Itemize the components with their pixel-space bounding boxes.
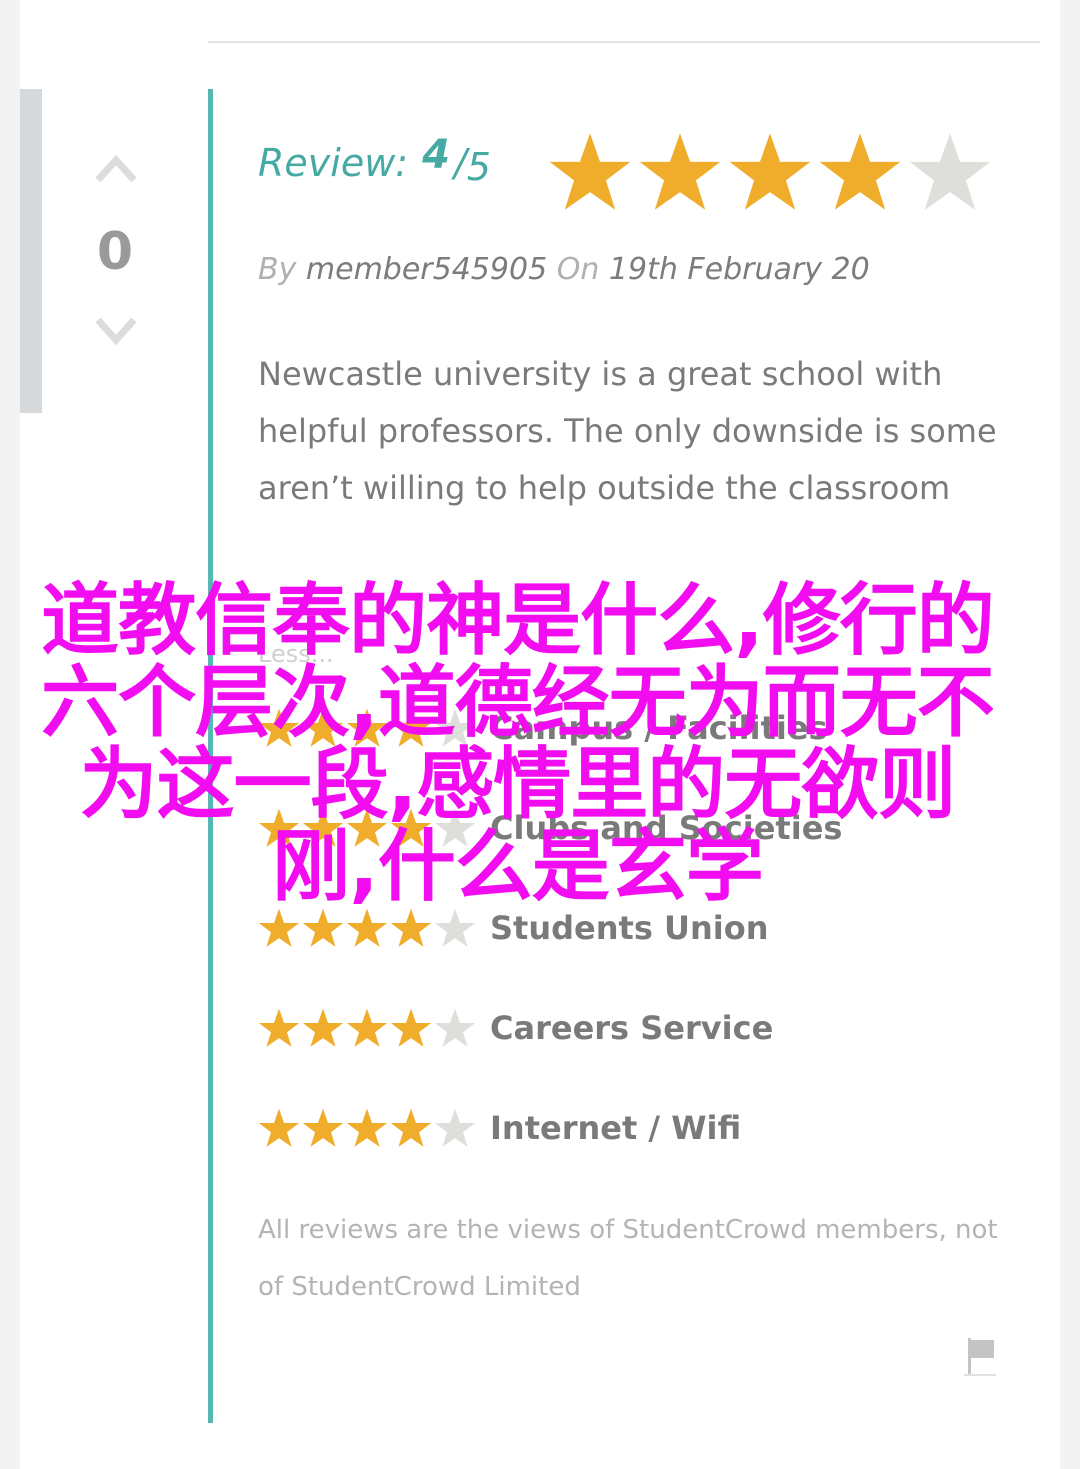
star-empty-icon (434, 1108, 476, 1147)
report-flag-icon[interactable] (966, 1334, 996, 1376)
star-filled-icon (258, 1108, 300, 1147)
star-filled-icon (549, 133, 631, 210)
rating-label: Careers Service (490, 1009, 774, 1047)
star-empty-icon (434, 908, 476, 947)
overall-star-rating (548, 130, 992, 214)
star-filled-icon (302, 1008, 344, 1047)
on-label: On (556, 252, 600, 287)
downvote-chevron-down-icon[interactable] (95, 317, 137, 348)
star-filled-icon (346, 1108, 388, 1147)
star-filled-icon (302, 908, 344, 947)
review-body-text: Newcastle university is a great school w… (258, 355, 997, 507)
rating-stars (258, 907, 484, 949)
star-filled-icon (302, 1108, 344, 1147)
review-author[interactable]: member545905 (306, 252, 547, 287)
star-filled-icon (346, 1008, 388, 1047)
reviews-disclaimer: All reviews are the views of StudentCrow… (258, 1215, 998, 1302)
rating-label: Students Union (490, 909, 769, 947)
review-max: 5 (466, 145, 491, 189)
star-filled-icon (390, 1008, 432, 1047)
star-filled-icon (346, 908, 388, 947)
rating-stars (258, 1007, 484, 1049)
star-filled-icon (729, 133, 811, 210)
flag-underline (964, 1374, 996, 1376)
rating-row-careers: Careers Service (258, 1004, 773, 1052)
top-divider (208, 41, 1040, 43)
star-filled-icon (258, 1008, 300, 1047)
review-date: 19th February 20 (608, 252, 870, 287)
review-label: Review: (258, 141, 409, 185)
rating-row-internet: Internet / Wifi (258, 1104, 741, 1152)
star-empty-icon (909, 133, 991, 210)
vote-sidebar-bar (20, 89, 42, 413)
star-filled-icon (819, 133, 901, 210)
review-slash: / (453, 141, 467, 185)
upvote-chevron-up-icon[interactable] (95, 152, 137, 183)
rating-stars (258, 1107, 484, 1149)
review-score: 4 (422, 132, 450, 178)
star-filled-icon (390, 1108, 432, 1147)
rating-label: Internet / Wifi (490, 1109, 742, 1147)
by-label: By (258, 252, 297, 287)
star-empty-icon (434, 1008, 476, 1047)
star-filled-icon (258, 908, 300, 947)
vote-count: 0 (96, 222, 134, 282)
review-byline: By member545905 On 19th February 20 (258, 252, 870, 287)
review-header: Review: 4/5 (258, 132, 491, 189)
overlay-caption: 道教信奉的神是什么,修行的六个层次,道德经无为而无不为这一段,感情里的无欲则刚,… (41, 576, 995, 912)
star-filled-icon (639, 133, 721, 210)
star-filled-icon (390, 908, 432, 947)
